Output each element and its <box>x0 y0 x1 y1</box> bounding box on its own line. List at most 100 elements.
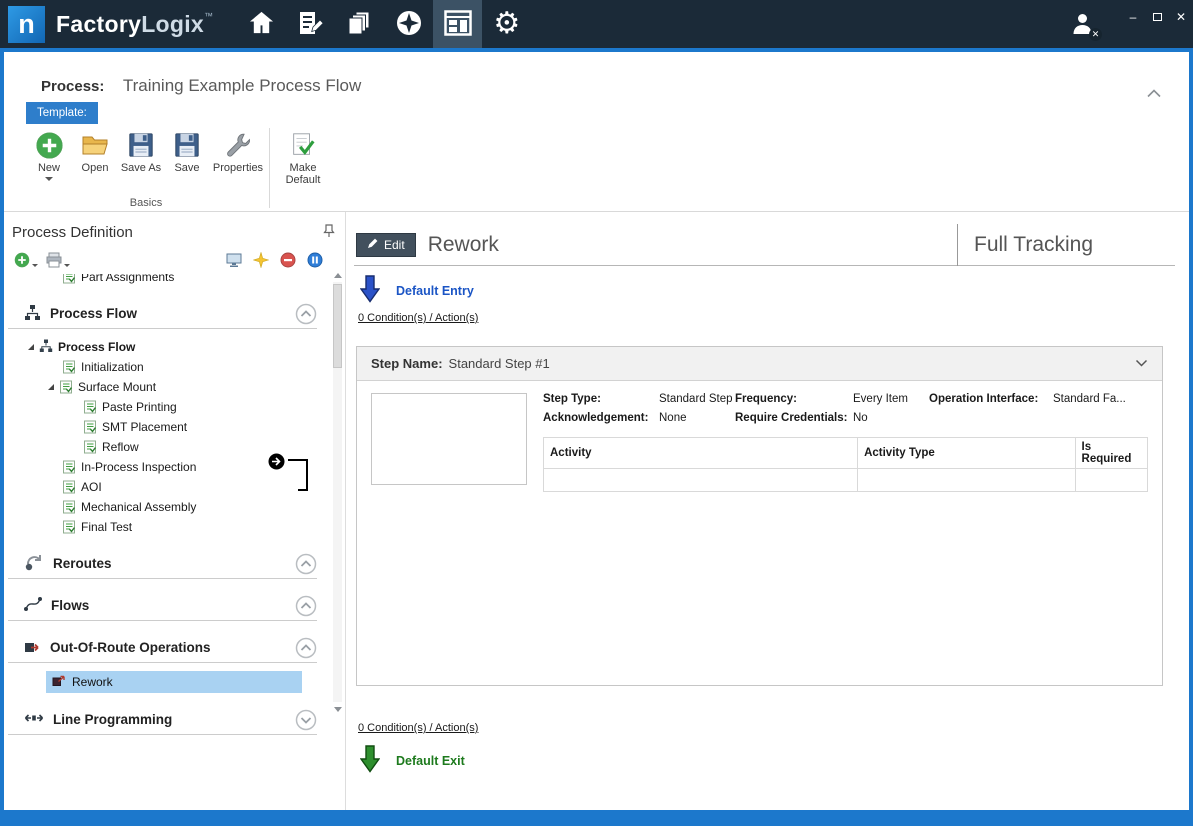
pin-panel-button[interactable] <box>323 224 335 241</box>
maximize-button[interactable] <box>1145 6 1169 28</box>
dispatch-nav-button[interactable] <box>384 0 433 48</box>
collapse-ribbon-button[interactable] <box>1147 86 1161 101</box>
process-step-icon <box>62 360 76 374</box>
print-button[interactable] <box>44 252 72 271</box>
edit-button[interactable]: Edit <box>356 233 416 257</box>
acknowledgement-label: Acknowledgement: <box>543 412 659 424</box>
app-title: FactoryLogix™ <box>56 11 213 38</box>
process-step-icon <box>59 380 73 394</box>
tree-item-surface-mount[interactable]: Surface Mount <box>4 377 345 397</box>
operation-interface-label: Operation Interface: <box>929 393 1053 405</box>
panel-toolbar <box>12 250 325 272</box>
collapse-section-button[interactable] <box>295 637 317 659</box>
operation-detail-panel: Edit Rework Full Tracking Default Entry … <box>346 212 1189 810</box>
close-button[interactable]: ✕ <box>1169 6 1193 28</box>
panel-title: Process Definition <box>12 224 133 241</box>
frequency-label: Frequency: <box>735 393 853 405</box>
expander-icon[interactable] <box>28 344 34 350</box>
process-flow-tree: Process Flow Initialization Surface Moun… <box>4 337 345 537</box>
new-dropdown-caret <box>45 177 53 181</box>
default-entry-row: Default Entry <box>360 276 1175 306</box>
section-line-programming[interactable]: Line Programming <box>8 705 317 735</box>
default-exit-label: Default Exit <box>396 754 465 768</box>
section-out-of-route[interactable]: Out-Of-Route Operations <box>8 633 317 663</box>
arrow-circle-icon <box>268 453 285 475</box>
require-credentials-label: Require Credentials: <box>735 412 853 424</box>
materials-nav-button[interactable] <box>335 0 384 48</box>
process-step-icon <box>83 440 97 454</box>
make-default-button[interactable]: Make Default <box>275 128 331 209</box>
save-button[interactable]: Save <box>166 128 208 197</box>
tree-item-paste-printing[interactable]: Paste Printing <box>4 397 345 417</box>
app-window: n FactoryLogix™ <box>0 0 1193 826</box>
main-nav: ⚙ <box>237 0 531 48</box>
process-step-icon <box>62 274 76 284</box>
open-button[interactable]: Open <box>74 128 116 197</box>
expand-section-button[interactable] <box>295 709 317 731</box>
new-button[interactable]: New <box>28 128 70 197</box>
chevron-down-icon[interactable] <box>1135 359 1148 368</box>
home-icon <box>248 10 275 38</box>
entry-conditions-link[interactable]: 0 Condition(s) / Action(s) <box>358 312 478 324</box>
flows-icon <box>24 596 42 615</box>
exit-arrow-icon <box>360 745 380 778</box>
flow-node-icon <box>39 339 53 356</box>
printer-icon <box>46 252 62 271</box>
properties-button[interactable]: Properties <box>212 128 264 197</box>
panel-scrollbar[interactable] <box>331 268 344 716</box>
step-card-header[interactable]: Step Name: Standard Step #1 <box>357 347 1162 381</box>
default-entry-label: Default Entry <box>396 284 474 298</box>
process-definition-panel: Process Definition <box>4 212 345 810</box>
wrench-icon <box>224 128 252 162</box>
print-dropdown-caret <box>64 264 70 267</box>
expander-icon[interactable] <box>48 384 54 390</box>
process-step-icon <box>62 500 76 514</box>
collapse-section-button[interactable] <box>295 553 317 575</box>
add-dropdown-caret <box>32 264 38 267</box>
pencil-icon <box>367 238 378 252</box>
effects-button[interactable] <box>251 252 271 271</box>
scroll-down-button[interactable] <box>331 702 344 716</box>
section-reroutes[interactable]: Reroutes <box>8 549 317 579</box>
compass-circle-icon <box>395 9 423 40</box>
suspend-button[interactable] <box>305 252 325 271</box>
section-flows[interactable]: Flows <box>8 591 317 621</box>
operation-interface-value: Standard Fa... <box>1053 393 1148 405</box>
step-card-body: Step Type: Standard Step Frequency: Ever… <box>357 381 1162 504</box>
tree-item-process-flow[interactable]: Process Flow <box>4 337 345 357</box>
scrollbar-thumb[interactable] <box>333 284 342 368</box>
scroll-up-button[interactable] <box>331 268 344 282</box>
tree-item-final-test[interactable]: Final Test <box>4 517 345 537</box>
preview-button[interactable] <box>224 252 244 271</box>
process-window-icon <box>444 10 472 39</box>
tab-template[interactable]: Template: <box>26 102 98 124</box>
scrollbar-track[interactable] <box>333 282 342 702</box>
process-designer-nav-button[interactable] <box>433 0 482 48</box>
process-step-icon <box>83 420 97 434</box>
minimize-button[interactable]: – <box>1121 6 1145 28</box>
section-process-flow[interactable]: Process Flow <box>8 299 317 329</box>
user-session-button[interactable]: ✕ <box>1070 12 1095 39</box>
step-type-label: Step Type: <box>543 393 659 405</box>
exit-conditions-link[interactable]: 0 Condition(s) / Action(s) <box>358 722 478 734</box>
clipboard-pencil-icon <box>298 10 324 39</box>
app-logo-letter: n <box>18 9 35 40</box>
tree-item-mechanical-assembly[interactable]: Mechanical Assembly <box>4 497 345 517</box>
tree-item-initialization[interactable]: Initialization <box>4 357 345 377</box>
activities-table: Activity Activity Type Is Required <box>543 437 1148 492</box>
collapse-section-button[interactable] <box>295 303 317 325</box>
remove-button[interactable] <box>278 252 298 271</box>
work-orders-nav-button[interactable] <box>286 0 335 48</box>
tree-item-rework-selected[interactable]: Rework <box>46 671 302 693</box>
connector-bracket <box>288 459 308 489</box>
save-as-button[interactable]: Save As <box>120 128 162 197</box>
col-is-required: Is Required <box>1075 438 1147 469</box>
document-stack-icon <box>347 10 373 39</box>
collapse-section-button[interactable] <box>295 595 317 617</box>
settings-nav-button[interactable]: ⚙ <box>482 0 531 48</box>
tree-item-part-assignments[interactable]: Part Assignments <box>4 274 345 287</box>
tree-item-smt-placement[interactable]: SMT Placement <box>4 417 345 437</box>
add-node-button[interactable] <box>12 252 40 271</box>
home-nav-button[interactable] <box>237 0 286 48</box>
process-step-icon <box>83 400 97 414</box>
